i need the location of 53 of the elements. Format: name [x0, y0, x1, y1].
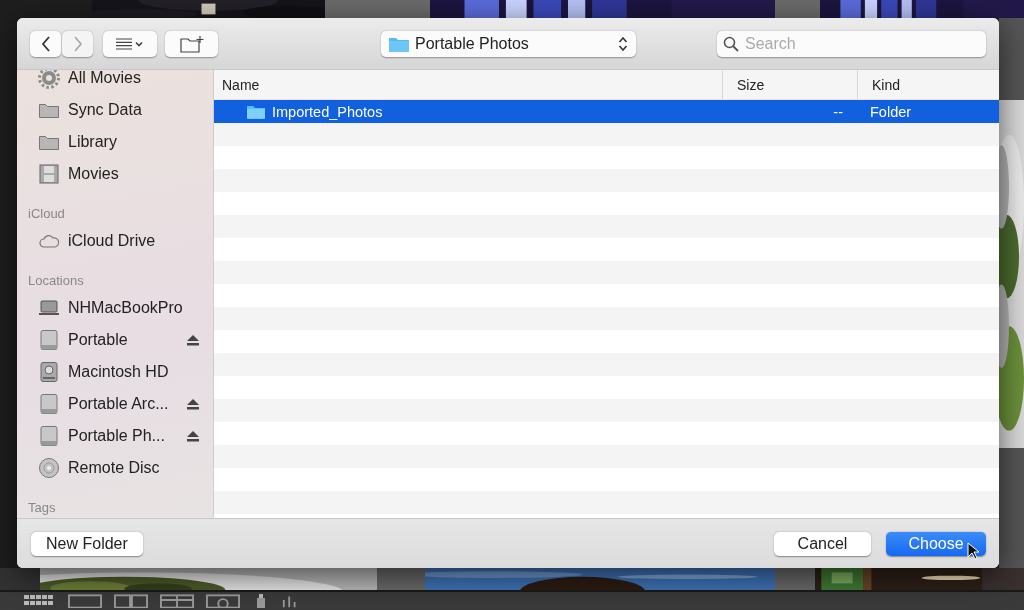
- view-options-button[interactable]: [103, 30, 157, 57]
- mouse-pointer-icon: [967, 542, 979, 560]
- search-field[interactable]: Search: [717, 30, 986, 57]
- column-header[interactable]: Size: [722, 70, 857, 99]
- drive-icon: [38, 393, 60, 415]
- new-folder-button[interactable]: New Folder: [31, 531, 143, 556]
- drive-icon: [38, 329, 60, 351]
- new-folder-icon: [179, 34, 204, 53]
- default-button[interactable]: Choose: [886, 531, 986, 556]
- sidebar-item[interactable]: Portable Ph...: [17, 420, 213, 452]
- people-view-icon[interactable]: [206, 594, 240, 608]
- sidebar-item[interactable]: Macintosh HD: [17, 356, 213, 388]
- disc-icon: [38, 457, 60, 479]
- table-cell: Imported_Photos: [272, 103, 383, 120]
- sidebar-item[interactable]: Portable Arc...: [17, 388, 213, 420]
- file-row[interactable]: Imported_Photos -- Folder: [214, 100, 999, 123]
- section-heading: iCloud: [28, 206, 65, 221]
- loupe-view-icon[interactable]: [68, 594, 102, 608]
- folder-icon: [389, 35, 409, 52]
- chevron-left-icon: [40, 35, 51, 52]
- survey-view-icon[interactable]: [160, 594, 194, 608]
- eject-icon[interactable]: [187, 430, 199, 442]
- location-dropdown[interactable]: Portable Photos: [381, 30, 636, 57]
- sidebar-item[interactable]: Portable: [17, 324, 213, 356]
- sidebar-item[interactable]: All Movies: [17, 70, 213, 94]
- column-header[interactable]: Name: [214, 70, 722, 99]
- sidebar-item[interactable]: Library: [17, 126, 213, 158]
- gear-icon: [38, 70, 60, 89]
- back-button[interactable]: [30, 30, 61, 57]
- eject-icon[interactable]: [187, 334, 199, 346]
- section-heading: Tags: [28, 500, 56, 515]
- chevron-right-icon: [72, 35, 83, 52]
- grid-view-icon[interactable]: [22, 594, 56, 608]
- sidebar-item[interactable]: Movies: [17, 158, 213, 190]
- sidebar-item[interactable]: NHMacBookPro: [17, 292, 213, 324]
- footer-button[interactable]: Cancel: [774, 531, 871, 556]
- sidebar-item[interactable]: iCloud Drive: [17, 225, 213, 257]
- new-folder-button[interactable]: [165, 30, 218, 57]
- folder-icon: [247, 104, 265, 119]
- compare-view-icon[interactable]: [114, 594, 148, 608]
- search-icon: [723, 35, 739, 52]
- column-header[interactable]: Kind: [857, 70, 999, 99]
- film-icon: [38, 163, 60, 185]
- eject-icon[interactable]: [187, 398, 199, 410]
- table-cell: --: [833, 103, 843, 120]
- drive-icon: [38, 425, 60, 447]
- list-view-icon: [115, 37, 145, 50]
- up-down-arrows-icon: [618, 35, 628, 52]
- drive-icon: [38, 361, 60, 383]
- sidebar-item[interactable]: Remote Disc: [17, 452, 213, 484]
- table-cell: Folder: [870, 103, 912, 120]
- sidebar-item[interactable]: Sync Data: [17, 94, 213, 126]
- section-heading: Locations: [28, 273, 84, 288]
